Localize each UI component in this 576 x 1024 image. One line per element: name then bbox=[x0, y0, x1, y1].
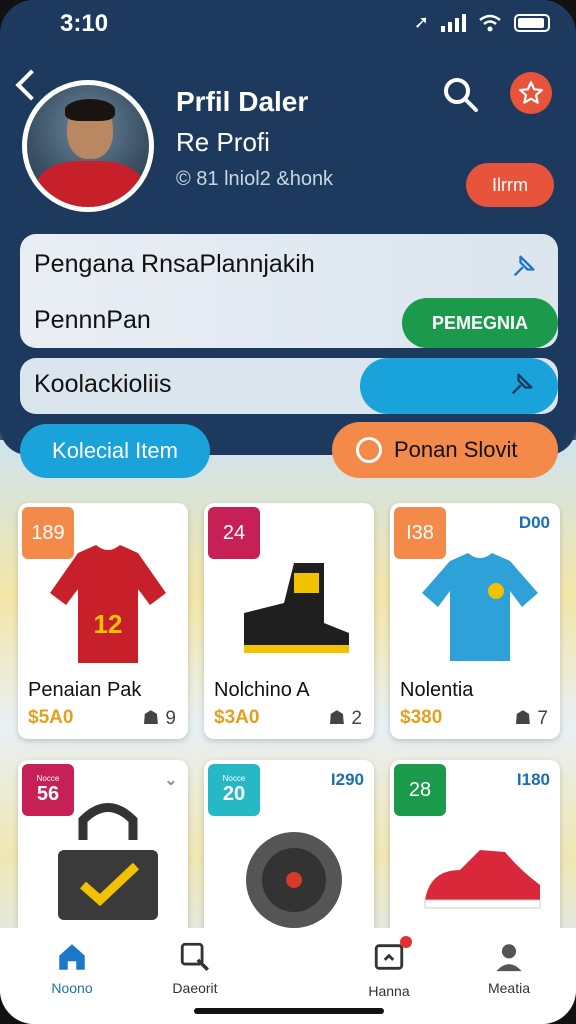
pin-icon[interactable] bbox=[508, 370, 536, 398]
nav-item-search[interactable]: Daeorit bbox=[150, 940, 240, 996]
item-card[interactable]: 24 Nolchino A $3A0 ☗ 2 bbox=[204, 503, 374, 739]
item-card[interactable]: I38 D00 Nolentia $380 ☗ 7 bbox=[390, 503, 560, 739]
wifi-icon bbox=[479, 14, 501, 31]
edit-search-icon bbox=[180, 942, 210, 972]
item-price: $5A0 bbox=[28, 707, 74, 728]
location-icon: ➚ bbox=[413, 12, 429, 32]
collection-card[interactable]: Koolackioliis bbox=[20, 358, 558, 414]
tab-secondary-label: Ponan Slovit bbox=[394, 437, 518, 462]
item-badge-caption: Nocce bbox=[222, 774, 246, 783]
profile-title: Prfil Daler bbox=[176, 86, 309, 117]
nav-label: Meatia bbox=[487, 980, 531, 996]
sneaker-icon bbox=[424, 850, 541, 909]
item-corner-code: D00 bbox=[518, 513, 550, 532]
nav-label: Hanna bbox=[368, 983, 410, 999]
item-likes-count: 9 bbox=[165, 707, 176, 729]
item-likes: ☗ 2 bbox=[328, 707, 362, 730]
tab-secondary[interactable]: Ponan Slovit bbox=[332, 422, 558, 478]
item-price: $380 bbox=[400, 707, 443, 728]
item-price: $3A0 bbox=[214, 707, 260, 728]
star-icon bbox=[519, 81, 543, 104]
avatar-shirt bbox=[37, 161, 143, 207]
home-icon bbox=[59, 944, 85, 970]
item-name: Penaian Pak bbox=[28, 679, 142, 701]
nav-item-home[interactable]: Noono bbox=[27, 940, 117, 996]
home-small-icon: ☗ bbox=[328, 708, 346, 729]
jersey-icon: 12 bbox=[50, 545, 166, 663]
status-time: 3:10 bbox=[60, 10, 109, 37]
item-likes-count: 7 bbox=[537, 707, 548, 729]
info-card-button[interactable]: PEMEGNIA bbox=[402, 298, 558, 348]
item-likes: ☗ 9 bbox=[142, 707, 176, 730]
profile-header: 3:10 ➚ Prfil Daler Re Profi © 81 lniol2 … bbox=[0, 0, 576, 455]
profile-meta: © 81 lniol2 &honk bbox=[176, 168, 334, 190]
pin-icon[interactable] bbox=[510, 252, 538, 280]
home-indicator bbox=[194, 1008, 384, 1014]
person-icon bbox=[496, 944, 522, 972]
phone-screen: 3:10 ➚ Prfil Daler Re Profi © 81 lniol2 … bbox=[0, 0, 576, 1024]
tab-collection-item[interactable]: Kolecial Item bbox=[20, 424, 210, 478]
profile-action-button[interactable]: Ilrrm bbox=[466, 163, 554, 207]
nav-item-notifications[interactable]: Hanna bbox=[344, 936, 434, 999]
avatar[interactable] bbox=[22, 80, 154, 212]
radio-ring-icon bbox=[356, 437, 382, 463]
nav-label: Noono bbox=[51, 980, 93, 996]
collection-card-label: Koolackioliis bbox=[34, 370, 172, 398]
battery-icon bbox=[514, 13, 550, 32]
nav-label: Daeorit bbox=[172, 980, 218, 996]
home-small-icon: ☗ bbox=[142, 708, 160, 729]
status-bar: 3:10 ➚ bbox=[0, 0, 576, 50]
signal-icon bbox=[441, 13, 466, 32]
gear-device-icon bbox=[246, 832, 342, 928]
info-card-line2: PennnPan bbox=[34, 306, 151, 334]
boots-icon bbox=[244, 563, 349, 653]
chevron-down-icon[interactable]: ⌄ bbox=[164, 770, 178, 790]
profile-subtitle: Re Profi bbox=[176, 127, 270, 157]
avatar-hair bbox=[65, 99, 115, 121]
info-card-line1: Pengana RnsaPlannjakih bbox=[34, 250, 315, 278]
item-name: Nolentia bbox=[400, 679, 474, 701]
favorite-star-button[interactable] bbox=[510, 72, 552, 114]
notification-dot bbox=[400, 936, 412, 948]
lockbox-icon bbox=[58, 803, 158, 920]
item-badge-caption: Nocce bbox=[36, 774, 60, 783]
item-card[interactable]: 189 12 Penaian Pak $5A0 ☗ 9 bbox=[18, 503, 188, 739]
back-arrow-icon[interactable] bbox=[15, 69, 47, 101]
item-likes-count: 2 bbox=[351, 707, 362, 729]
svg-text:12: 12 bbox=[94, 609, 123, 639]
item-likes: ☗ 7 bbox=[514, 707, 548, 730]
status-icons: ➚ bbox=[414, 12, 550, 33]
item-corner-code: I180 bbox=[516, 770, 550, 789]
search-icon[interactable] bbox=[440, 74, 480, 114]
blue-jersey-icon bbox=[422, 553, 538, 661]
item-corner-code: I290 bbox=[330, 770, 364, 789]
nav-item-profile[interactable]: Meatia bbox=[464, 940, 554, 996]
item-name: Nolchino A bbox=[214, 679, 310, 701]
home-small-icon: ☗ bbox=[514, 708, 532, 729]
